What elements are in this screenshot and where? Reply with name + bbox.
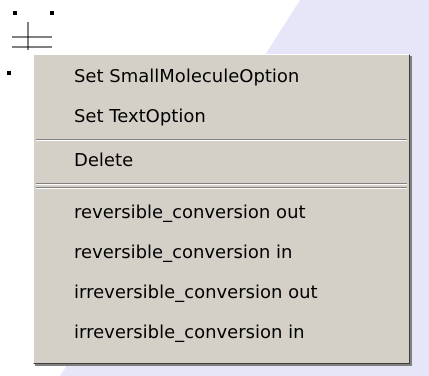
menu-item-set-smallmolecule-option[interactable]: Set SmallMoleculeOption <box>74 67 299 87</box>
menu-item-set-text-option[interactable]: Set TextOption <box>74 107 206 127</box>
menu-item-reversible-conversion-in[interactable]: reversible_conversion in <box>74 243 292 263</box>
menu-separator <box>36 187 407 189</box>
menu-item-irreversible-conversion-in[interactable]: irreversible_conversion in <box>74 323 305 343</box>
menu-separator <box>36 139 407 141</box>
menu-item-reversible-conversion-out[interactable]: reversible_conversion out <box>74 203 306 223</box>
menu-item-delete[interactable]: Delete <box>74 151 133 171</box>
context-menu: Set SmallMoleculeOption Set TextOption D… <box>33 54 410 364</box>
menu-separator <box>36 183 407 185</box>
menu-item-irreversible-conversion-out[interactable]: irreversible_conversion out <box>74 283 318 303</box>
